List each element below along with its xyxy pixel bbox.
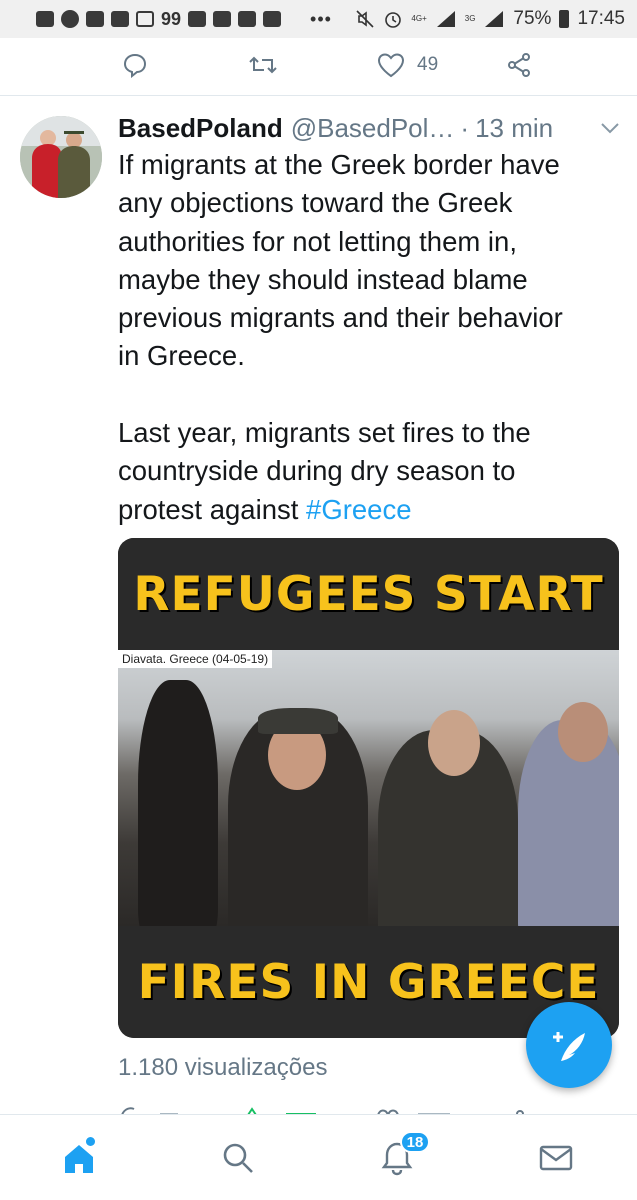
clock: 17:45 (577, 8, 625, 29)
message-icon (36, 11, 54, 27)
status-bar-notifications: 99 ••• (36, 9, 332, 30)
network-label-1: 4G+ (411, 14, 427, 23)
share-icon (508, 53, 530, 77)
avatar[interactable] (20, 116, 102, 198)
battery-percent: 75% (513, 8, 552, 29)
nav-home[interactable] (44, 1115, 114, 1200)
compose-tweet-button[interactable] (526, 1002, 612, 1088)
tweet-line-last: protest against #Greece (118, 491, 623, 529)
video-frame: Diavata. Greece (04-05-19) (118, 650, 619, 926)
tweet-line: Last year, migrants set fires to the (118, 417, 531, 449)
mail-icon (539, 1145, 573, 1171)
hashtag-link[interactable]: #Greece (306, 494, 411, 525)
video-caption-top: REFUGEES START (133, 566, 604, 622)
reply-icon (123, 53, 147, 78)
nav-messages[interactable] (521, 1115, 591, 1200)
tweet-text: If migrants at the Greek border have any… (118, 146, 623, 529)
tweet-line: maybe they should instead blame (118, 263, 528, 295)
tweet-time: 13 min (475, 112, 554, 143)
new-content-dot (86, 1137, 95, 1146)
nav-search[interactable] (203, 1115, 273, 1200)
separator: · (460, 112, 470, 143)
tweet-line: authorities for not letting them in, (118, 225, 517, 257)
share-button[interactable] (506, 52, 532, 78)
author-handle[interactable]: @BasedPol… (291, 113, 455, 144)
notifications-badge: 18 (400, 1131, 430, 1153)
alarm-icon (385, 12, 402, 28)
youtube-icon (86, 11, 104, 27)
person-cap (258, 708, 338, 734)
tweet-video[interactable]: REFUGEES START Diavata. Greece (04-05-19… (118, 538, 619, 1038)
person-face (558, 702, 608, 762)
app-icon (263, 11, 282, 27)
tweet-menu-button[interactable] (597, 115, 623, 141)
author-name[interactable]: BasedPoland (118, 113, 283, 144)
video-caption-bottom: FIRES IN GREECE (137, 954, 600, 1010)
whatsapp-icon (61, 10, 79, 28)
nav-notifications[interactable]: 18 (362, 1115, 432, 1200)
like-button[interactable]: 49 (377, 52, 438, 78)
signal-icon (436, 11, 455, 27)
battery-icon (559, 10, 570, 28)
search-icon (223, 1143, 253, 1173)
retweet-icon (249, 56, 277, 74)
youtube-icon (111, 11, 129, 27)
signal-icon (485, 11, 504, 27)
network-label-2: 3G (464, 14, 476, 23)
notif-count: 99 (161, 8, 182, 29)
tweet-line: countryside during dry season to (118, 455, 516, 487)
retweet-button[interactable] (248, 52, 278, 78)
view-count: 1.180 visualizações (118, 1054, 328, 1081)
video-caption-top-bar: REFUGEES START (118, 538, 619, 650)
mute-icon (356, 10, 374, 28)
app-icon (136, 11, 154, 27)
like-count: 49 (417, 54, 439, 75)
tweet-line-text: protest against (118, 493, 307, 525)
previous-tweet-actions: 49 (0, 38, 637, 96)
video-location-stamp: Diavata. Greece (04-05-19) (118, 650, 273, 668)
app-icon (213, 11, 232, 27)
reply-button[interactable] (122, 52, 148, 78)
person-face (428, 710, 480, 776)
app-icon (188, 11, 207, 27)
tweet-line: in Greece. (118, 340, 245, 372)
avatar-image (20, 116, 102, 198)
bottom-nav: 18 (0, 1114, 637, 1200)
status-bar-system: 4G+ 3G 75% 17:45 (355, 8, 625, 30)
tweet-line: any objections toward the Greek (118, 187, 513, 219)
compose-icon (553, 1032, 585, 1061)
tweet-line: previous migrants and their behavior (118, 302, 563, 334)
more-notifications: ••• (310, 8, 332, 29)
heart-icon (377, 53, 405, 78)
person-figure (138, 680, 218, 926)
home-icon (65, 1145, 93, 1173)
tweet-line: If migrants at the Greek border have (118, 149, 560, 180)
tweet-header: BasedPoland @BasedPol… · 13 min (118, 110, 623, 146)
chevron-down-icon (601, 123, 619, 134)
status-bar: 99 ••• 4G+ 3G 75% 17:45 (0, 0, 637, 38)
app-icon (238, 11, 257, 27)
